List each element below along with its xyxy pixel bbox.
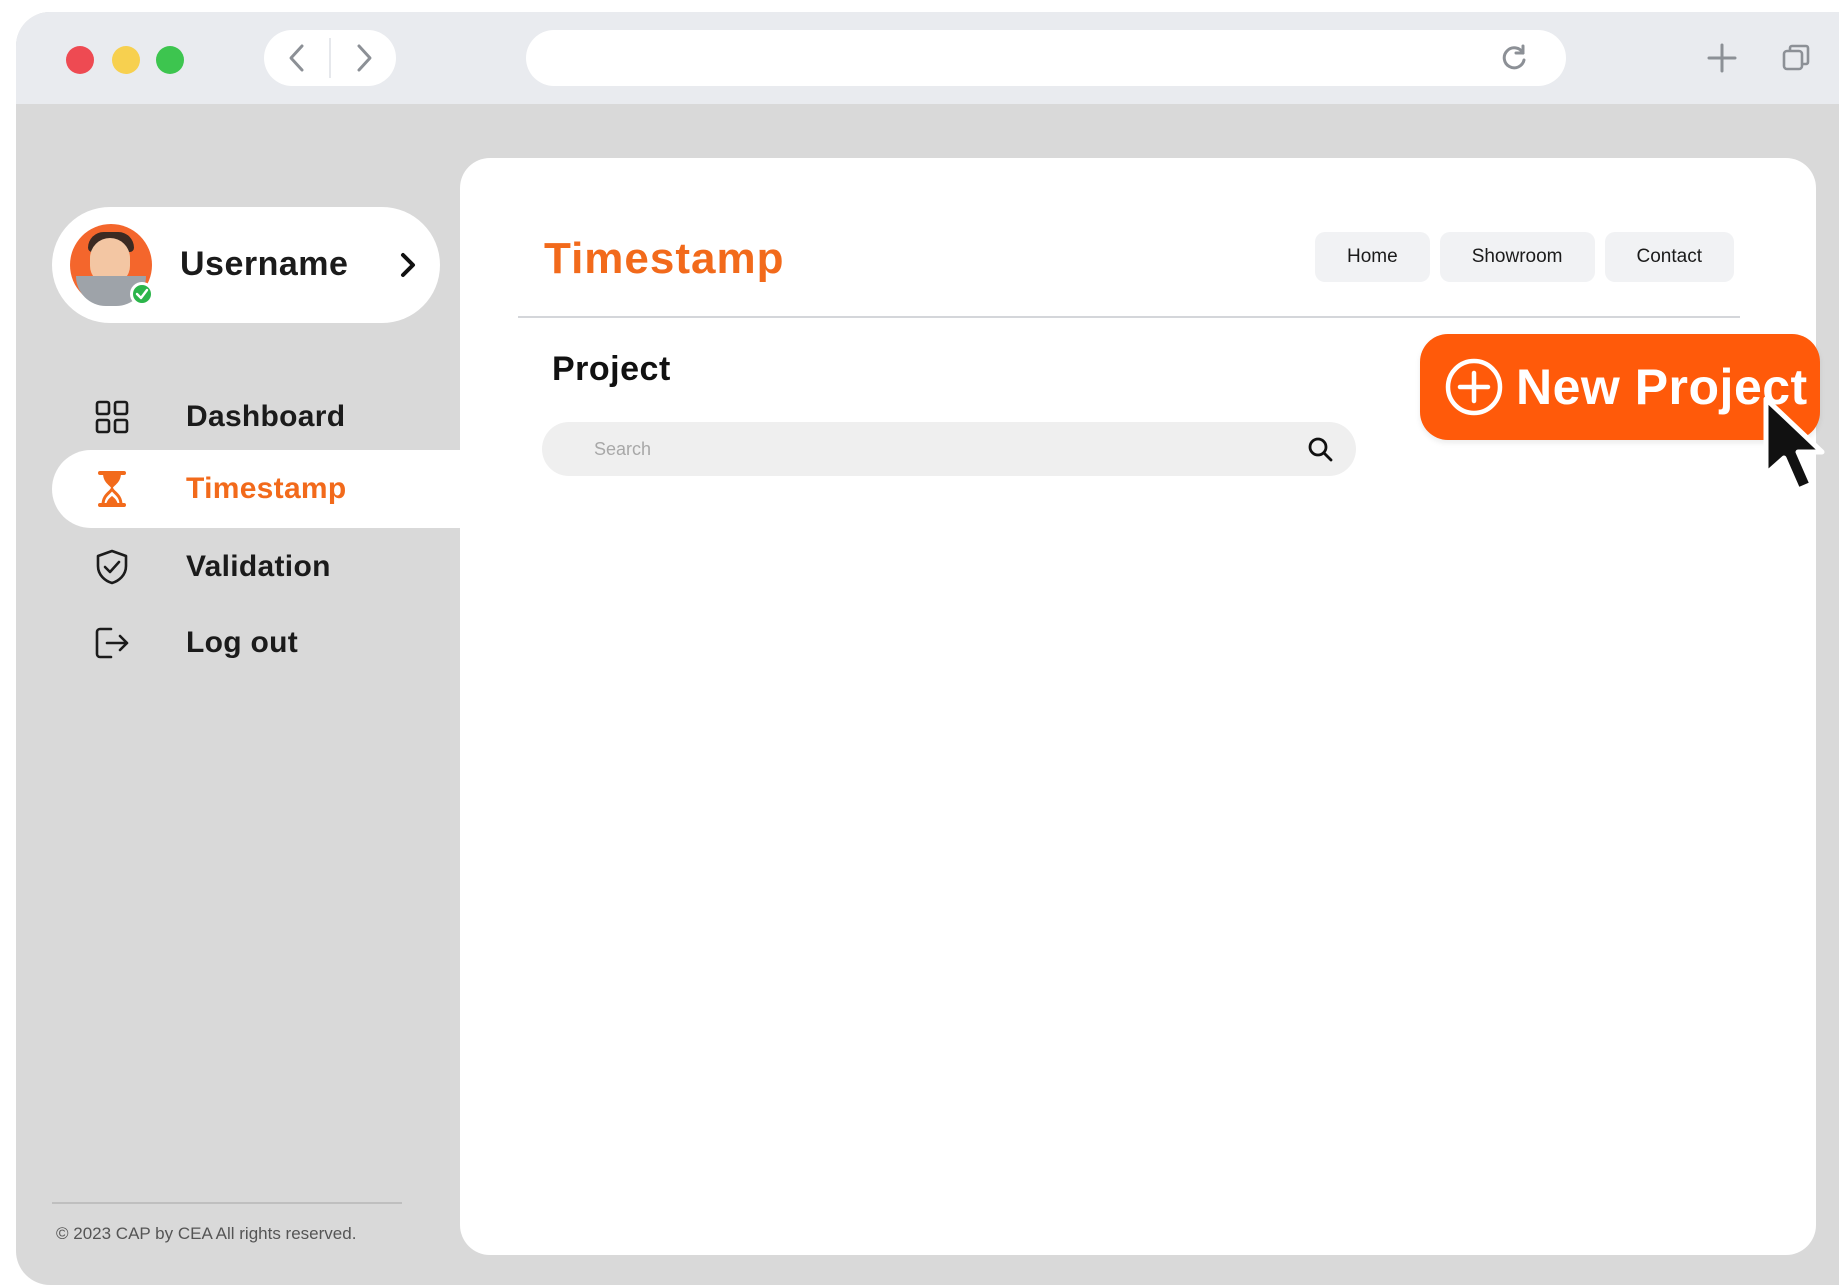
plus-circle-icon [1444,357,1504,417]
chevron-right-icon [357,44,371,72]
sidebar-item-label: Log out [186,626,299,659]
sidebar-item-label: Timestamp [186,472,347,505]
mouse-cursor-icon [1763,396,1825,493]
nav-showroom-button[interactable]: Showroom [1439,232,1595,282]
logout-icon [92,623,132,663]
back-button[interactable] [264,30,329,86]
section-title: Project [552,350,671,388]
check-icon [135,288,149,300]
search-bar [542,422,1356,476]
minimize-window-button[interactable] [112,46,140,74]
reload-icon [1502,44,1526,70]
history-nav [264,30,396,86]
browser-titlebar [16,12,1839,104]
search-icon[interactable] [1304,433,1336,465]
sidebar-item-dashboard[interactable]: Dashboard [52,378,472,456]
plus-icon [1707,43,1737,73]
sidebar-item-logout[interactable]: Log out [52,604,472,682]
avatar [70,224,154,306]
sidebar-item-timestamp[interactable]: Timestamp [52,450,472,528]
shield-check-icon [92,547,132,587]
sidebar-item-label: Validation [186,550,331,583]
username-label: Username [180,245,349,283]
close-window-button[interactable] [66,46,94,74]
sidebar-item-validation[interactable]: Validation [52,528,472,606]
top-navigation: Home Showroom Contact [1315,232,1734,282]
address-bar[interactable] [526,30,1566,86]
chevron-right-icon[interactable] [392,249,424,281]
tab-overview-button[interactable] [1776,38,1816,78]
header-divider [518,316,1740,318]
hourglass-icon [92,469,132,509]
copyright-text: © 2023 CAP by CEA All rights reserved. [56,1224,357,1243]
chevron-left-icon [289,44,303,72]
sidebar-item-label: Dashboard [186,400,346,433]
grid-icon [92,397,132,437]
reload-button[interactable] [1498,42,1530,74]
browser-window: Username Dashboard Timestamp Validation … [16,12,1839,1285]
main-panel: Timestamp Home Showroom Contact Project [460,158,1816,1255]
online-status-badge [130,282,154,306]
nav-home-button[interactable]: Home [1315,232,1430,282]
user-profile-card[interactable]: Username [52,207,440,323]
forward-button[interactable] [331,30,396,86]
maximize-window-button[interactable] [156,46,184,74]
nav-contact-button[interactable]: Contact [1604,232,1734,282]
footer-divider [52,1202,402,1204]
page-title: Timestamp [544,234,785,283]
search-input[interactable] [562,422,1262,476]
new-tab-button[interactable] [1702,38,1742,78]
tabs-icon [1782,44,1810,71]
